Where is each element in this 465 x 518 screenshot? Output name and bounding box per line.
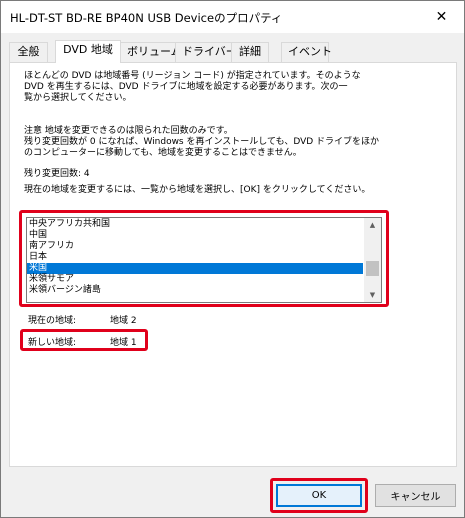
list-item[interactable]: 日本 [27, 252, 363, 263]
note-text-line2: 残り変更回数が 0 になれば、Windows を再インストールしても、DVD ド… [24, 137, 380, 147]
intro-text-line1: ほとんどの DVD は地域番号 (リージョン コード) が指定されています。その… [24, 71, 361, 81]
tab-strip: 全般 DVD 地域 ボリューム ドライバー 詳細 イベント [9, 40, 457, 63]
tab-events[interactable]: イベント [281, 42, 332, 62]
intro-text-line3: 覧から選択してください。 [24, 93, 132, 103]
title-bar: HL-DT-ST BD-RE BP40N USB Deviceのプロパティ ✕ [1, 1, 464, 33]
list-scrollbar[interactable]: ▲ ▼ [364, 218, 381, 302]
scroll-thumb[interactable] [366, 261, 379, 276]
new-region-value: 地域 1 [110, 338, 137, 348]
properties-dialog: HL-DT-ST BD-RE BP40N USB Deviceのプロパティ ✕ … [0, 0, 465, 518]
note-text-line3: のコンピューターに移動しても、地域を変更することはできません。 [24, 148, 302, 158]
list-item[interactable]: 中央アフリカ共和国 [27, 219, 363, 230]
list-item[interactable]: 米領バージン諸島 [27, 285, 363, 296]
dvd-region-panel: ほとんどの DVD は地域番号 (リージョン コード) が指定されています。その… [9, 62, 457, 467]
list-item[interactable]: 南アフリカ [27, 241, 363, 252]
list-item[interactable]: 中国 [27, 230, 363, 241]
instruction-text: 現在の地域を変更するには、一覧から地域を選択し、[OK] をクリックしてください… [24, 185, 371, 195]
cancel-button[interactable]: キャンセル [375, 484, 456, 507]
tab-general[interactable]: 全般 [9, 42, 48, 62]
scroll-up-arrow-icon[interactable]: ▲ [364, 218, 381, 232]
current-region-label: 現在の地域: [28, 316, 77, 326]
ok-button[interactable]: OK [276, 484, 362, 507]
current-region-value: 地域 2 [110, 316, 137, 326]
tab-volume[interactable]: ボリューム [120, 42, 182, 62]
tab-dvd-region[interactable]: DVD 地域 [55, 40, 121, 63]
close-button[interactable]: ✕ [419, 1, 464, 33]
new-region-label: 新しい地域: [28, 338, 77, 348]
list-item-selected[interactable]: 米国 [27, 263, 363, 274]
tab-details[interactable]: 詳細 [231, 42, 269, 62]
tab-driver[interactable]: ドライバー [175, 42, 237, 62]
window-title: HL-DT-ST BD-RE BP40N USB Deviceのプロパティ [10, 11, 283, 25]
close-icon: ✕ [435, 9, 448, 25]
intro-text-line2: DVD を再生するには、DVD ドライブに地域を設定する必要があります。次の一 [24, 82, 348, 92]
remaining-changes: 残り変更回数: 4 [24, 169, 90, 179]
list-item[interactable]: 米領サモア [27, 274, 363, 285]
scroll-down-arrow-icon[interactable]: ▼ [364, 288, 381, 302]
note-text-line1: 注意 地域を変更できるのは限られた回数のみです。 [24, 126, 233, 136]
region-listbox[interactable]: 中央アフリカ共和国 中国 南アフリカ 日本 米国 米領サモア 米領バージン諸島 … [26, 217, 382, 303]
